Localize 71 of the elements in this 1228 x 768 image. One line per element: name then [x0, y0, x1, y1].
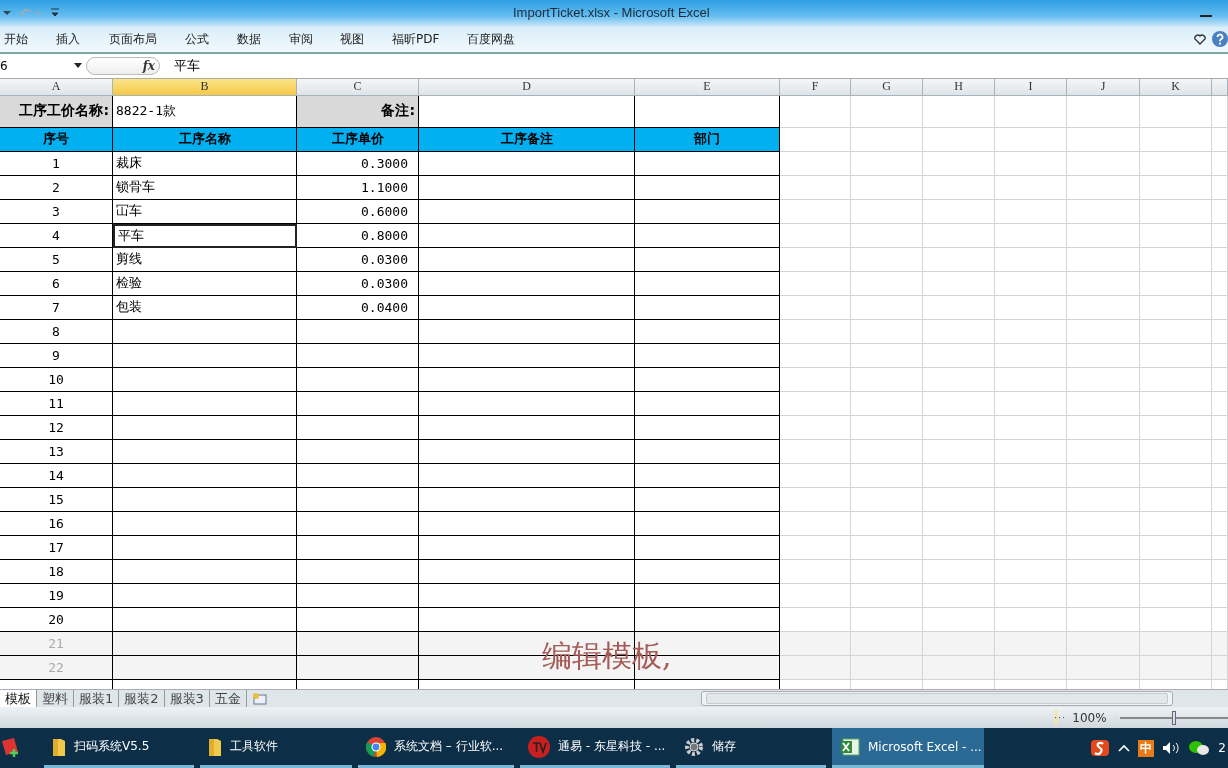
- name-box[interactable]: 6: [0, 55, 86, 76]
- table-cell: 0.8000: [297, 223, 419, 248]
- taskbar-button[interactable]: 通易 - 东星科技 - ...: [520, 728, 670, 768]
- table-cell: 21: [0, 631, 113, 656]
- table-cell: 0.0300: [297, 247, 419, 272]
- ribbon-tab[interactable]: 审阅: [289, 30, 340, 48]
- table-cell: 0.0400: [297, 295, 419, 320]
- active-cell[interactable]: 平车: [113, 223, 297, 248]
- ribbon-tab[interactable]: 公式: [185, 30, 237, 48]
- table-cell: 9: [0, 343, 113, 368]
- table-cell[interactable]: 剪线: [113, 247, 297, 272]
- ribbon-tab[interactable]: 数据: [237, 30, 289, 48]
- sheet-tab[interactable]: 模板: [0, 689, 37, 708]
- table-cell: 22: [0, 655, 113, 680]
- ribbon-tab[interactable]: 开始: [4, 30, 56, 48]
- table-cell[interactable]: 冚车: [113, 199, 297, 224]
- taskbar-button[interactable]: Microsoft Excel - ...: [832, 728, 984, 768]
- taskbar-button[interactable]: 工具软件: [200, 728, 352, 768]
- table-cell: 工序工价名称:: [0, 95, 113, 128]
- table-cell: 17: [0, 535, 113, 560]
- table-cell: 18: [0, 559, 113, 584]
- taskbar-label: 通易 - 东星科技 - ...: [558, 738, 666, 755]
- taskbar-label: 扫码系统V5.5: [74, 738, 150, 755]
- column-heading: 序号: [0, 127, 113, 152]
- taskbar-label: 储存: [712, 738, 736, 755]
- table-cell: 0.3000: [297, 151, 419, 176]
- taskbar-button[interactable]: 储存: [676, 728, 826, 768]
- window-title: ImportTicket.xlsx - Microsoft Excel: [513, 5, 710, 20]
- ribbon-tab[interactable]: 福昕PDF: [392, 30, 467, 48]
- table-cell: 14: [0, 463, 113, 488]
- table-cell: 1.1000: [297, 175, 419, 200]
- table-cell[interactable]: 包装: [113, 295, 297, 320]
- table-cell[interactable]: 检验: [113, 271, 297, 296]
- zoom-level: 100%: [1072, 710, 1107, 725]
- taskbar-label: 工具软件: [230, 738, 278, 755]
- ribbon-tab[interactable]: 视图: [340, 30, 392, 48]
- table-cell: 2: [0, 175, 113, 200]
- taskbar-button[interactable]: 扫码系统V5.5: [44, 728, 194, 768]
- column-heading: 工序备注: [419, 127, 635, 152]
- ribbon-tab[interactable]: 插入: [56, 30, 109, 48]
- column-heading: 工序名称: [113, 127, 297, 152]
- taskbar-label: Microsoft Excel - ...: [868, 739, 982, 754]
- insert-function-button[interactable]: fx: [142, 58, 155, 73]
- table-cell: 6: [0, 271, 113, 296]
- table-cell: 12: [0, 415, 113, 440]
- taskbar-button[interactable]: 系统文档 – 行业软...: [358, 728, 514, 768]
- ribbon-tab[interactable]: 百度网盘: [467, 30, 515, 48]
- column-heading: 工序单价: [297, 127, 419, 152]
- table-cell: 15: [0, 487, 113, 512]
- table-cell: 10: [0, 367, 113, 392]
- table-cell: 5: [0, 247, 113, 272]
- table-cell[interactable]: 锁骨车: [113, 175, 297, 200]
- column-heading: 部门: [635, 127, 780, 152]
- taskbar-label: 系统文档 – 行业软...: [394, 738, 504, 755]
- table-cell: 备注:: [297, 95, 419, 128]
- table-cell: 13: [0, 439, 113, 464]
- table-cell: 20: [0, 607, 113, 632]
- table-cell: 8822-1款: [113, 95, 297, 128]
- table-cell: 16: [0, 511, 113, 536]
- table-cell: 8: [0, 319, 113, 344]
- table-cell[interactable]: 裁床: [113, 151, 297, 176]
- table-cell: 19: [0, 583, 113, 608]
- table-cell: 11: [0, 391, 113, 416]
- table-cell: 7: [0, 295, 113, 320]
- table-cell: 0.6000: [297, 199, 419, 224]
- formula-field[interactable]: 平车: [174, 56, 200, 75]
- clock: 2: [1218, 741, 1226, 755]
- table-cell: 0.0300: [297, 271, 419, 296]
- ribbon-tab[interactable]: 页面布局: [109, 30, 185, 48]
- table-cell: 3: [0, 199, 113, 224]
- table-cell: 1: [0, 151, 113, 176]
